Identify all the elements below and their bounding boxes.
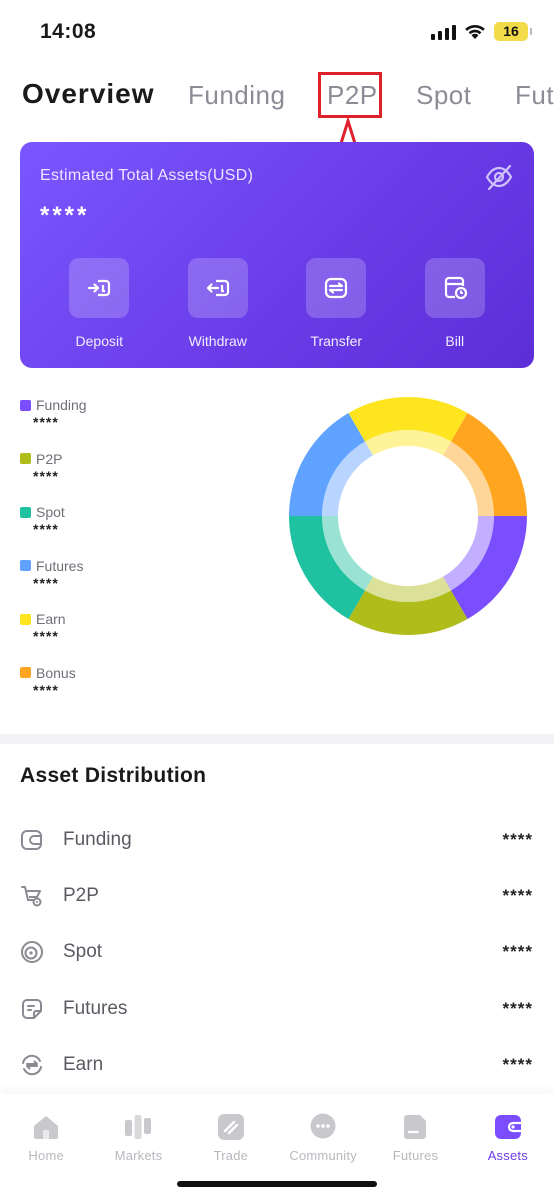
legend-item-bonus: Bonus **** bbox=[20, 665, 87, 719]
transfer-button[interactable]: Transfer bbox=[277, 258, 396, 349]
asset-distribution-title: Asset Distribution bbox=[20, 764, 207, 787]
withdraw-label: Withdraw bbox=[188, 333, 247, 349]
list-item-value: **** bbox=[502, 942, 533, 962]
list-item-spot[interactable]: Spot **** bbox=[0, 924, 554, 980]
legend-name: Futures bbox=[36, 557, 84, 574]
battery-indicator: 16 bbox=[494, 22, 532, 41]
legend-name: Bonus bbox=[36, 664, 76, 681]
assets-icon bbox=[494, 1115, 521, 1139]
legend-item-p2p: P2P **** bbox=[20, 451, 87, 505]
legend-name: Spot bbox=[36, 504, 65, 520]
nav-label: Trade bbox=[213, 1148, 249, 1163]
home-icon bbox=[34, 1116, 59, 1139]
list-item-value: **** bbox=[502, 1054, 533, 1074]
list-item-earn[interactable]: Earn **** bbox=[0, 1037, 554, 1093]
deposit-label: Deposit bbox=[75, 333, 123, 349]
tab-spot[interactable]: Spot bbox=[416, 80, 472, 111]
signal-icon bbox=[431, 24, 456, 40]
legend-swatch bbox=[20, 667, 31, 678]
list-item-futures[interactable]: Futures **** bbox=[0, 981, 554, 1037]
bill-button[interactable]: Bill bbox=[396, 258, 515, 349]
futures-icon bbox=[404, 1115, 427, 1139]
document-icon bbox=[22, 998, 42, 1019]
markets-icon bbox=[125, 1115, 152, 1139]
deposit-icon bbox=[69, 258, 130, 318]
wifi-icon bbox=[465, 24, 485, 39]
withdraw-icon bbox=[187, 258, 248, 318]
nav-label: Assets bbox=[487, 1148, 528, 1163]
status-indicators: 16 bbox=[431, 22, 532, 41]
trade-icon bbox=[217, 1114, 244, 1140]
transfer-label: Transfer bbox=[310, 333, 363, 349]
nav-assets[interactable]: Assets bbox=[462, 1094, 554, 1163]
total-assets-card: Estimated Total Assets(USD) **** Deposit… bbox=[20, 142, 534, 368]
legend-item-earn: Earn **** bbox=[20, 611, 87, 665]
legend-name: P2P bbox=[36, 450, 63, 467]
wallet-icon bbox=[21, 830, 42, 851]
nav-home[interactable]: Home bbox=[0, 1094, 92, 1163]
nav-futures[interactable]: Futures bbox=[369, 1094, 461, 1163]
community-icon bbox=[310, 1113, 336, 1139]
asset-actions: Deposit Withdraw Transfer Bill bbox=[20, 258, 534, 349]
legend-value: **** bbox=[33, 574, 59, 591]
nav-label: Community bbox=[289, 1148, 357, 1163]
list-item-name: Earn bbox=[63, 1053, 104, 1075]
nav-label: Futures bbox=[392, 1148, 439, 1163]
withdraw-button[interactable]: Withdraw bbox=[159, 258, 278, 349]
asset-tabs: Overview Funding P2P Spot Fut bbox=[0, 72, 554, 120]
asset-distribution-list: Funding **** P2P **** Spot **** Futures … bbox=[0, 812, 554, 1093]
status-time: 14:08 bbox=[40, 20, 97, 43]
legend-name: Funding bbox=[36, 397, 87, 413]
legend-item-funding: Funding **** bbox=[20, 397, 87, 451]
nav-label: Home bbox=[28, 1148, 64, 1163]
total-assets-value: **** bbox=[40, 202, 90, 229]
bill-label: Bill bbox=[445, 333, 465, 349]
asset-donut-chart bbox=[289, 397, 527, 635]
legend-swatch bbox=[20, 399, 31, 411]
legend-value: **** bbox=[33, 681, 59, 698]
deposit-button[interactable]: Deposit bbox=[40, 258, 159, 349]
list-item-name: Spot bbox=[63, 941, 103, 963]
list-item-name: Funding bbox=[63, 829, 132, 851]
list-item-value: **** bbox=[502, 998, 533, 1018]
legend-swatch bbox=[20, 613, 31, 625]
legend-value: **** bbox=[33, 628, 59, 644]
tab-futures[interactable]: Fut bbox=[515, 80, 554, 111]
list-item-name: P2P bbox=[63, 885, 99, 907]
section-divider bbox=[0, 734, 554, 744]
total-assets-title: Estimated Total Assets(USD) bbox=[40, 167, 254, 184]
legend-swatch bbox=[20, 506, 31, 518]
nav-community[interactable]: Community bbox=[277, 1094, 369, 1163]
legend-swatch bbox=[20, 453, 31, 464]
list-item-funding[interactable]: Funding **** bbox=[0, 812, 554, 868]
legend-value: **** bbox=[33, 414, 59, 430]
exchange-icon bbox=[22, 1054, 42, 1076]
chart-legend: Funding **** P2P **** Spot **** Futures … bbox=[20, 397, 87, 718]
nav-trade[interactable]: Trade bbox=[185, 1094, 277, 1163]
legend-name: Earn bbox=[36, 611, 66, 627]
bottom-navigation: Home Markets Trade Community Futures Ass… bbox=[0, 1094, 554, 1200]
status-bar: 14:08 16 bbox=[0, 0, 554, 64]
hide-balance-icon[interactable] bbox=[484, 162, 514, 192]
transfer-icon bbox=[306, 258, 367, 318]
cart-icon bbox=[21, 886, 42, 907]
legend-item-futures: Futures **** bbox=[20, 558, 87, 612]
list-item-p2p[interactable]: P2P **** bbox=[0, 868, 554, 924]
tab-funding[interactable]: Funding bbox=[188, 80, 285, 111]
legend-value: **** bbox=[33, 521, 59, 537]
list-item-value: **** bbox=[502, 886, 533, 906]
list-item-value: **** bbox=[502, 830, 533, 850]
bill-icon bbox=[424, 258, 485, 318]
list-item-name: Futures bbox=[63, 997, 128, 1019]
nav-label: Markets bbox=[114, 1148, 163, 1163]
home-indicator bbox=[177, 1181, 377, 1187]
donut-center bbox=[338, 446, 478, 586]
legend-swatch bbox=[20, 560, 31, 571]
nav-markets[interactable]: Markets bbox=[92, 1094, 184, 1163]
legend-item-spot: Spot **** bbox=[20, 504, 87, 558]
coin-icon bbox=[21, 941, 43, 964]
legend-value: **** bbox=[33, 467, 59, 484]
tab-overview[interactable]: Overview bbox=[22, 78, 155, 110]
annotation-highlight-box bbox=[318, 72, 382, 118]
